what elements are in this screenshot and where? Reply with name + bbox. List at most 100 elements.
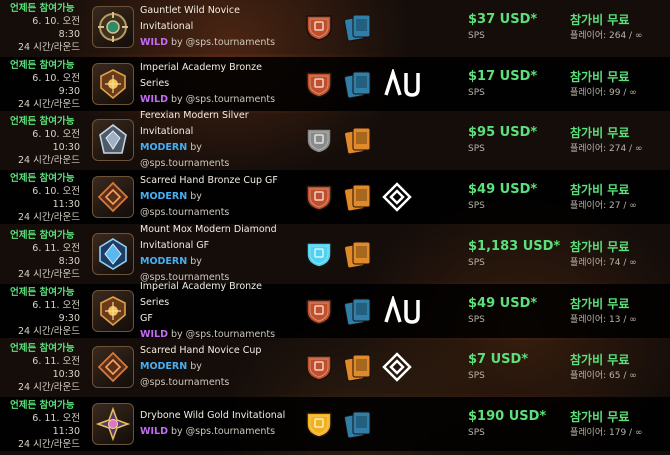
tournament-name[interactable]: Drybone Wild Gold Invitational [140, 408, 292, 424]
player-count: 플레이어: 13 / ∞ [570, 315, 637, 325]
prize-column: $7 USD* SPS [468, 340, 570, 394]
organizer-name[interactable]: by @sps.tournaments [171, 426, 275, 437]
card-set-icon [344, 127, 371, 155]
format-tag: MODERN [140, 256, 188, 267]
tournament-emblem [92, 176, 134, 218]
entry-fee: 참가비 무료 [570, 126, 630, 140]
start-time-column: 언제든 참여가능 6. 11. 오전 10:30 24 시간/라운드 [0, 340, 84, 394]
prize-currency: SPS [468, 31, 485, 41]
open-status: 언제든 참여가능 [10, 3, 75, 14]
round-format: 24 시간/라운드 [17, 42, 80, 53]
format-tag: MODERN [140, 361, 188, 372]
prize-amount: $37 USD* [468, 12, 538, 27]
organizer: WILD by @sps.tournaments [140, 424, 292, 440]
tournament-info: Drybone Wild Gold Invitational WILD by @s… [140, 397, 292, 451]
tournament-name[interactable]: Scarred Hand Bronze Cup GF [140, 173, 292, 189]
tournament-row[interactable]: 언제든 참여가능 6. 10. 오전 11:30 24 시간/라운드 Scarred … [0, 170, 670, 224]
start-time-column: 언제든 참여가능 6. 10. 오전 11:30 24 시간/라운드 [0, 170, 84, 224]
tournament-name-line1: Mount Mox Modern Diamond [140, 224, 277, 235]
format-tag: WILD [140, 329, 168, 340]
drybone-emblem [96, 407, 130, 441]
start-date: 6. 11. 오전 11:30 [32, 413, 80, 437]
tournament-emblem [92, 346, 134, 388]
tournament-row[interactable]: 언제든 참여가능 6. 11. 오전 11:30 24 시간/라운드 Drybone … [0, 397, 670, 451]
prize-amount: $1,183 USD* [468, 239, 561, 254]
tournament-name-line1: Ferexian Modern Silver Invitational [140, 110, 249, 137]
rule-icons [292, 340, 468, 394]
tournament-info: Gauntlet Wild Novice Invitational WILD by… [140, 0, 292, 54]
start-date: 6. 10. 오전 9:30 [32, 73, 80, 97]
format-tag: MODERN [140, 142, 188, 153]
start-time-column: 언제든 참여가능 6. 10. 오전 10:30 24 시간/라운드 [0, 113, 84, 167]
entry-fee: 참가비 무료 [570, 240, 630, 254]
ruleset-au-icon [384, 296, 420, 324]
tournament-name[interactable]: Imperial Academy Bronze Series GF [140, 279, 292, 327]
tournament-emblem [92, 403, 134, 445]
open-status: 언제든 참여가능 [10, 400, 75, 411]
imperial-academy-emblem [100, 296, 126, 327]
tournament-row[interactable]: 언제든 참여가능 6. 11. 오전 9:30 24 시간/라운드 Imperial … [0, 281, 670, 340]
gauntlet-wild-emblem [98, 12, 128, 42]
card-set-icon [344, 71, 371, 99]
tournament-name[interactable]: Mount Mox Modern Diamond Invitational GF [140, 222, 292, 254]
ruleset-diamond-icon [382, 182, 412, 212]
tournament-name-line2: GF [140, 313, 153, 324]
round-format: 24 시간/라운드 [17, 155, 80, 166]
prize-column: $190 USD* SPS [468, 397, 570, 451]
tournament-list: 언제든 참여가능 6. 10. 오전 8:30 24 시간/라운드 Gauntlet … [0, 0, 670, 455]
league-bronze-icon [306, 185, 332, 211]
entry-fee: 참가비 무료 [570, 13, 630, 27]
tournament-name-line1: Drybone Wild Gold Invitational [140, 410, 286, 421]
tournament-row[interactable]: 언제든 참여가능 6. 11. 오전 8:30 24 시간/라운드 Mount Mox… [0, 224, 670, 283]
tournament-emblem [92, 119, 134, 161]
open-status: 언제든 참여가능 [10, 116, 75, 127]
organizer-name[interactable]: by @sps.tournaments [171, 94, 275, 105]
prize-currency: SPS [468, 371, 485, 381]
prize-amount: $190 USD* [468, 409, 547, 424]
open-status: 언제든 참여가능 [10, 230, 75, 241]
start-time-column: 언제든 참여가능 6. 11. 오전 11:30 24 시간/라운드 [0, 397, 84, 451]
organizer: MODERN by @sps.tournaments [140, 359, 292, 391]
tournament-name[interactable]: Ferexian Modern Silver Invitational [140, 108, 292, 140]
tournament-name[interactable]: Gauntlet Wild Novice Invitational [140, 3, 292, 35]
prize-amount: $17 USD* [468, 69, 538, 84]
prize-currency: SPS [468, 315, 485, 325]
prize-amount: $49 USD* [468, 296, 538, 311]
tournament-row[interactable]: 언제든 참여가능 6. 11. 오전 10:30 24 시간/라운드 Scarred … [0, 340, 670, 394]
card-set-icon [344, 354, 371, 382]
format-tag: WILD [140, 426, 168, 437]
start-date: 6. 11. 오전 9:30 [32, 300, 80, 324]
start-date: 6. 10. 오전 8:30 [32, 16, 80, 40]
start-time-column: 언제든 참여가능 6. 11. 오전 8:30 24 시간/라운드 [0, 227, 84, 281]
tournament-name-line1: Scarred Hand Bronze Cup GF [140, 175, 278, 186]
player-count: 플레이어: 74 / ∞ [570, 258, 637, 268]
card-set-icon [344, 298, 371, 326]
entry-fee: 참가비 무료 [570, 183, 630, 197]
player-count: 플레이어: 274 / ∞ [570, 144, 643, 154]
tournament-emblem [92, 233, 134, 275]
tournament-name[interactable]: Imperial Academy Bronze Series [140, 60, 292, 92]
entry-fee: 참가비 무료 [570, 410, 630, 424]
player-count: 플레이어: 65 / ∞ [570, 371, 637, 381]
imperial-academy-emblem [100, 69, 126, 100]
tournament-row[interactable]: 언제든 참여가능 6. 10. 오전 8:30 24 시간/라운드 Gauntlet … [0, 0, 670, 54]
organizer-name[interactable]: by @sps.tournaments [171, 329, 275, 340]
tournament-name[interactable]: Scarred Hand Novice Cup [140, 343, 292, 359]
tournament-row[interactable]: 언제든 참여가능 6. 10. 오전 10:30 24 시간/라운드 Ferexian… [0, 110, 670, 169]
mount-mox-emblem [99, 238, 127, 270]
league-novice-icon [306, 15, 332, 41]
entry-column: 참가비 무료 플레이어: 13 / ∞ [570, 284, 670, 338]
card-set-icon [344, 14, 371, 42]
organizer-name[interactable]: by @sps.tournaments [171, 37, 275, 48]
format-tag: MODERN [140, 191, 188, 202]
tournament-emblem [92, 290, 134, 332]
format-tag: WILD [140, 94, 168, 105]
prize-amount: $49 USD* [468, 182, 538, 197]
tournament-info: Scarred Hand Bronze Cup GF MODERN by @sps… [140, 170, 292, 224]
tournament-row[interactable]: 언제든 참여가능 6. 10. 오전 9:30 24 시간/라운드 Imperial … [0, 57, 670, 111]
tournament-info: Imperial Academy Bronze Series WILD by @s… [140, 57, 292, 111]
player-count: 플레이어: 179 / ∞ [570, 428, 643, 438]
prize-currency: SPS [468, 201, 485, 211]
start-date: 6. 11. 오전 10:30 [32, 356, 80, 380]
tournament-info: Mount Mox Modern Diamond Invitational GF M… [140, 224, 292, 283]
